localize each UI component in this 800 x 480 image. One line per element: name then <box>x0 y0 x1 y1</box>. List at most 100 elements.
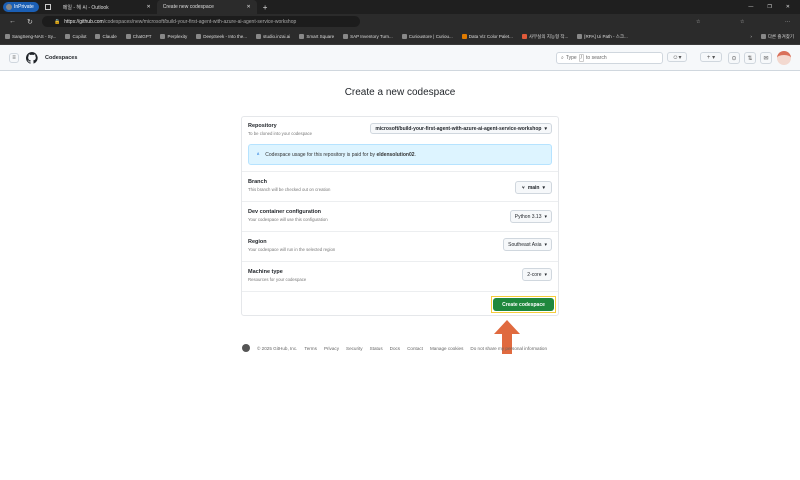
bookmark-icon <box>125 34 131 40</box>
bookmark[interactable]: ChatGPT <box>125 34 151 40</box>
bookmark[interactable]: Smart Square <box>299 33 335 40</box>
person-icon: ᴬ <box>257 151 260 158</box>
billing-owner: eldensolution02 <box>376 151 415 158</box>
inbox-button[interactable]: ✉ <box>760 52 772 64</box>
restore-icon[interactable]: ❐ <box>767 4 771 10</box>
github-footer-logo-icon <box>242 344 250 352</box>
tab-create-codespace[interactable]: Create new codespace ✕ <box>156 0 257 14</box>
favorites-icon[interactable]: ☆ <box>740 19 744 25</box>
menu-button[interactable]: ≡ <box>9 52 19 63</box>
bookmark[interactable]: [RPA] Ui Path - 스크... <box>577 33 628 40</box>
create-codespace-button[interactable]: Create codespace <box>493 298 554 311</box>
repository-value: microsoft/build-your-first-agent-with-az… <box>375 125 542 132</box>
url-input[interactable]: 🔒 https://github.com/codespaces/new/micro… <box>42 16 360 27</box>
bookmark-label: SangSeng-NAS - Sy... <box>12 33 57 39</box>
bookmark-icon <box>5 34 10 40</box>
close-icon[interactable]: ✕ <box>147 4 151 10</box>
more-icon[interactable]: ··· <box>785 19 790 25</box>
bookmark-label: [RPA] Ui Path - 스크... <box>584 33 628 39</box>
billing-text: Codespace usage for this repository is p… <box>265 151 376 158</box>
header-title[interactable]: Codespaces <box>45 55 77 61</box>
billing-info-banner: ᴬ Codespace usage for this repository is … <box>248 144 552 165</box>
repository-row: Repository To be cloned into your codesp… <box>248 123 552 136</box>
search-shortcut-key: / <box>578 54 585 62</box>
close-window-icon[interactable]: ✕ <box>786 4 790 10</box>
devcontainer-row: Dev container configuration Your codespa… <box>248 209 552 223</box>
bookmark[interactable]: SAP Inventory Turn... <box>343 34 393 40</box>
divider <box>242 171 558 172</box>
pull-requests-button[interactable]: ⇅ <box>744 52 756 64</box>
bookmark-label: DeepSeek - Into the... <box>203 33 248 39</box>
bookmark[interactable]: Curioustore | Curiou... <box>401 34 453 40</box>
bookmark-icon <box>577 33 583 39</box>
bookmark[interactable]: DeepSeek - Into the... <box>196 33 248 40</box>
close-icon[interactable]: ✕ <box>247 4 251 10</box>
footer-link-status[interactable]: Status <box>370 346 383 351</box>
bookmark[interactable]: Claude <box>95 34 117 40</box>
machine-select[interactable]: 2-core ▾ <box>522 268 552 281</box>
bookmarks-overflow-icon[interactable]: › <box>750 34 752 39</box>
footer-link-privacy[interactable]: Privacy <box>324 346 339 351</box>
bookmarks-bar: SangSeng-NAS - Sy... Copilot Claude Chat… <box>0 29 800 45</box>
issues-button[interactable]: ⊙ <box>728 52 740 64</box>
create-new-button[interactable]: + ▾ <box>700 52 722 62</box>
other-favorites-label: 다른 즐겨찾기 <box>767 33 794 39</box>
caret-down-icon: ▾ <box>542 184 545 191</box>
bookmark[interactable]: 사무실의 지능형 작... <box>521 33 569 40</box>
minimize-icon[interactable]: — <box>748 4 753 10</box>
new-tab-icon[interactable]: + <box>263 3 268 12</box>
devcontainer-value: Python 3.13 <box>514 213 542 220</box>
inprivate-badge[interactable]: InPrivate <box>3 2 39 12</box>
footer-link-docs[interactable]: Docs <box>390 346 400 351</box>
bookmark-icon <box>401 34 407 40</box>
page-title: Create a new codespace <box>344 87 456 98</box>
branch-value: main <box>527 184 540 191</box>
bookmark-icon <box>521 33 527 39</box>
caret-down-icon: ▾ <box>544 125 547 132</box>
divider <box>242 231 558 232</box>
branch-select[interactable]: ⑂ main ▾ <box>514 181 552 194</box>
machine-sub: Resources for your codespace <box>248 277 307 282</box>
region-select[interactable]: Southeast Asia ▾ <box>503 238 552 251</box>
github-logo-icon[interactable] <box>26 51 38 64</box>
footer-link-manage-cookies[interactable]: Manage cookies <box>430 346 463 351</box>
copilot-icon: ☺▾ <box>672 54 682 61</box>
back-icon[interactable]: ← <box>9 18 16 25</box>
bookmark-label: 사무실의 지능형 작... <box>528 33 569 39</box>
tab-title: 메일 - 헤 씨 - Outlook <box>62 4 109 11</box>
bookmark-label: Smart Square <box>306 33 335 39</box>
tab-outlook[interactable]: 메일 - 헤 씨 - Outlook ✕ <box>57 0 157 14</box>
search-input[interactable]: ⌕ Type / to search <box>556 52 663 64</box>
folder-icon <box>760 33 766 39</box>
tab-actions-icon[interactable] <box>44 4 51 10</box>
bookmark[interactable]: studio.inzai.ai <box>256 34 290 40</box>
footer-link-contact[interactable]: Contact <box>407 346 423 351</box>
footer-link-security[interactable]: Security <box>346 346 363 351</box>
footer-link-do-not-share[interactable]: Do not share my personal information <box>470 346 547 351</box>
bookmark[interactable]: Copilot <box>65 34 86 40</box>
other-favorites[interactable]: 다른 즐겨찾기 <box>760 33 794 40</box>
favorite-star-icon[interactable]: ☆ <box>696 19 700 25</box>
codespace-form: Repository To be cloned into your codesp… <box>241 116 559 316</box>
lock-icon: 🔒 <box>54 18 61 25</box>
inbox-icon: ✉ <box>763 55 769 62</box>
region-value: Southeast Asia <box>508 241 542 248</box>
address-bar-row: ← ↻ 🔒 https://github.com/codespaces/new/m… <box>0 14 800 29</box>
branch-row: Branch This branch will be checked out o… <box>248 179 552 194</box>
devcontainer-select[interactable]: Python 3.13 ▾ <box>509 210 552 223</box>
caret-down-icon: ▾ <box>544 213 547 220</box>
footer-link-terms[interactable]: Terms <box>304 346 317 351</box>
bookmark[interactable]: SangSeng-NAS - Sy... <box>5 33 57 40</box>
repository-select[interactable]: microsoft/build-your-first-agent-with-az… <box>370 123 552 134</box>
bookmark-icon <box>343 34 349 40</box>
search-icon: ⌕ <box>561 55 564 61</box>
region-row: Region Your codespace will run in the se… <box>248 238 552 252</box>
avatar[interactable] <box>777 51 791 65</box>
copilot-button[interactable]: ☺▾ <box>667 52 687 62</box>
bookmark-icon <box>65 34 71 40</box>
bookmark[interactable]: Perplexity <box>160 34 187 40</box>
bookmark-icon <box>461 34 467 40</box>
refresh-icon[interactable]: ↻ <box>27 18 33 26</box>
machine-label: Machine type <box>248 269 283 275</box>
bookmark[interactable]: Data Viz Color Palet... <box>461 34 513 40</box>
